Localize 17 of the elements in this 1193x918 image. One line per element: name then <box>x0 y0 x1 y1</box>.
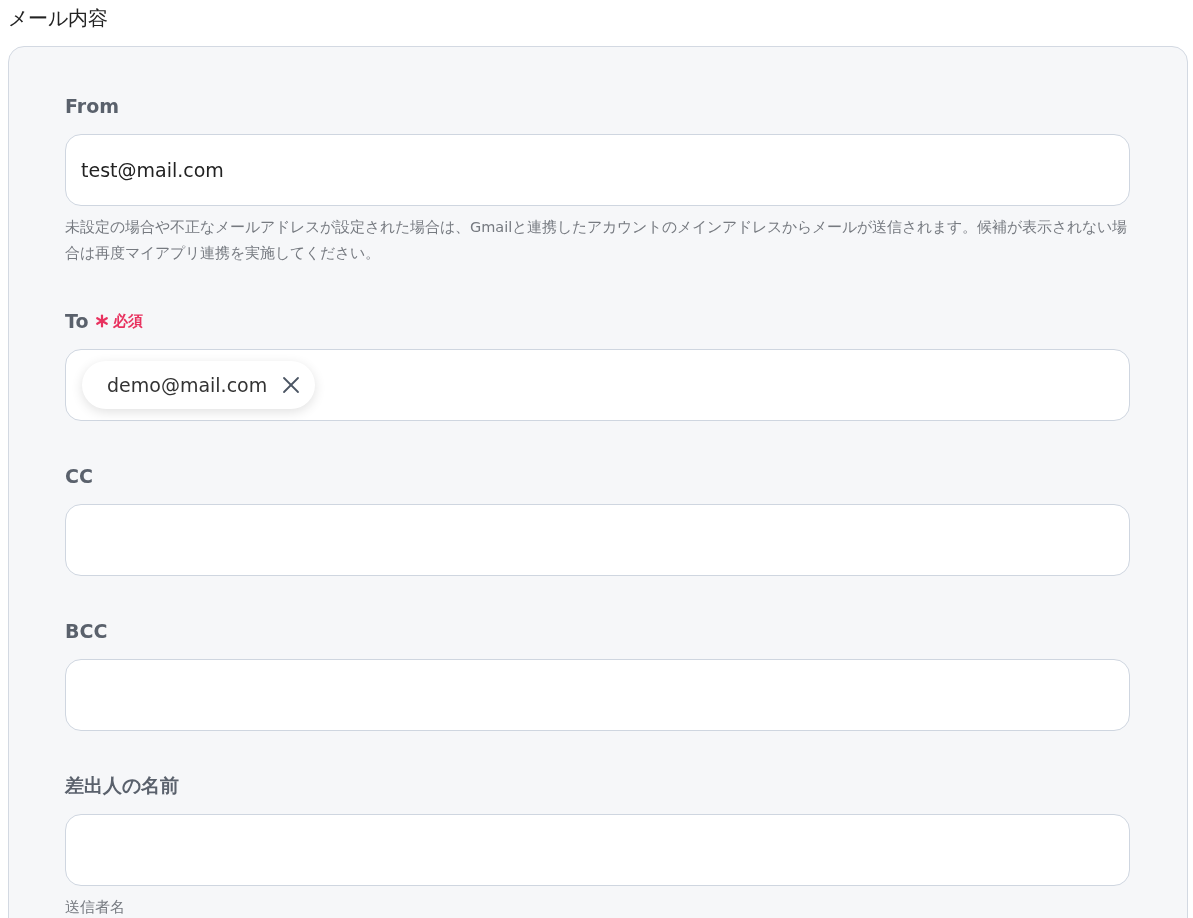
text-field[interactable]: test@mail.com <box>65 134 1130 206</box>
field-label: CC <box>65 465 93 487</box>
field-label: BCC <box>65 620 108 642</box>
chip-text: demo@mail.com <box>107 374 268 396</box>
close-icon[interactable] <box>281 375 302 395</box>
help-text: 未設定の場合や不正なメールアドレスが設定された場合は、Gmailと連携したアカウントのメインアドレスからメールが送信されます。候補が表示されない場合は再度マイアプリ連携を実施してください。 <box>65 218 1129 263</box>
help-text: 送信者名 <box>65 898 126 917</box>
text-field[interactable] <box>65 814 1130 886</box>
field-label: 差出人の名前 <box>65 773 179 798</box>
required-label: 必須 <box>112 311 143 331</box>
field-label: From <box>65 95 119 117</box>
email-field[interactable]: demo@mail.com <box>65 349 1130 421</box>
email-field[interactable] <box>65 659 1130 731</box>
section-title: メール内容 <box>8 5 109 32</box>
email-field[interactable] <box>65 504 1130 576</box>
field-label: To <box>65 310 89 332</box>
asterisk-icon <box>94 314 109 328</box>
